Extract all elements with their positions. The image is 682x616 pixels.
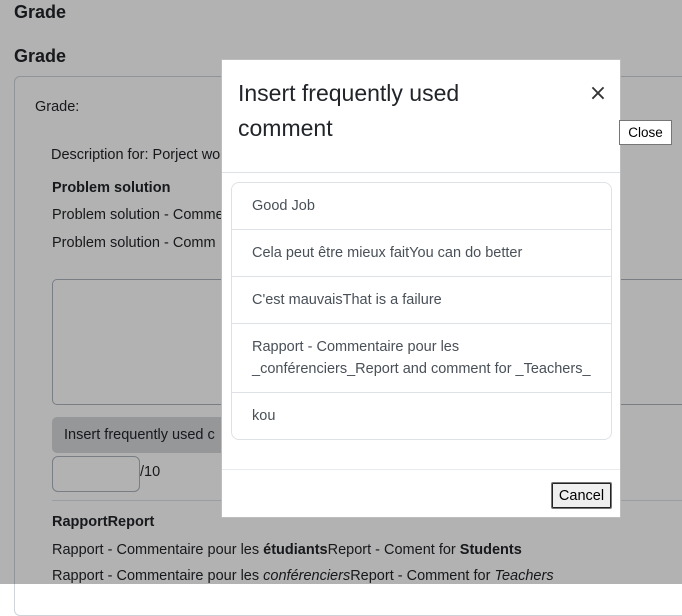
comment-item-report-teachers[interactable]: Rapport - Commentaire pour les _conféren… [232,324,611,393]
modal-footer-divider [222,469,620,470]
close-icon[interactable]: × [586,82,610,106]
comment-item-failure[interactable]: C'est mauvaisThat is a failure [232,277,611,324]
cancel-button[interactable]: Cancel [551,482,612,509]
close-tooltip: Close [619,120,672,145]
frequent-comments-modal: Insert frequently used comment × Good Jo… [221,59,621,518]
comment-item-kou[interactable]: kou [232,393,611,439]
comment-item-can-do-better[interactable]: Cela peut être mieux faitYou can do bett… [232,230,611,277]
modal-title: Insert frequently used comment [238,80,460,141]
modal-header-divider [222,172,620,173]
comment-list: Good Job Cela peut être mieux faitYou ca… [231,182,612,440]
comment-item-good-job[interactable]: Good Job [232,183,611,230]
